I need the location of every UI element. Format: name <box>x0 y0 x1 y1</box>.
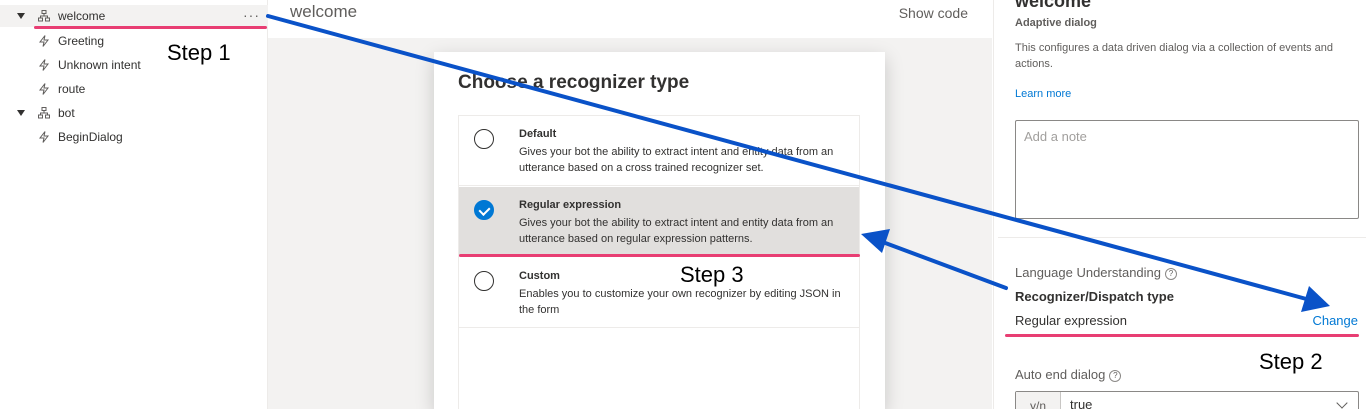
dialog-title: welcome <box>290 2 358 21</box>
dialog-icon <box>38 10 50 22</box>
properties-panel: welcome Adaptive dialog This configures … <box>993 0 1366 409</box>
chevron-down-icon[interactable] <box>1336 397 1348 409</box>
tree-item-label: bot <box>58 106 75 120</box>
tree-item-label: welcome <box>58 9 106 23</box>
auto-end-label-text: Auto end dialog <box>1015 367 1106 382</box>
tree-item-bot[interactable]: bot <box>0 102 268 124</box>
option-title: Custom <box>519 270 560 282</box>
help-icon[interactable]: ? <box>1165 268 1178 280</box>
option-description: Gives your bot the ability to extract in… <box>519 217 834 245</box>
tree-item-begindialog[interactable]: BeginDialog <box>0 126 268 148</box>
learn-more-link[interactable]: Learn more <box>1015 88 1071 100</box>
step1-label: Step 1 <box>167 40 231 65</box>
language-understanding-label: Language Understanding? <box>1015 265 1178 280</box>
option-description: Gives your bot the ability to extract in… <box>519 146 834 174</box>
help-icon[interactable]: ? <box>1109 370 1122 382</box>
properties-title: welcome <box>1015 0 1092 11</box>
tree-item-label: BeginDialog <box>58 130 123 144</box>
option-regular-expression[interactable]: Regular expression Gives your bot the ab… <box>459 187 859 257</box>
tree-item-label: Unknown intent <box>58 58 141 72</box>
editor-header: welcome Show code <box>268 0 992 38</box>
divider <box>998 237 1366 238</box>
change-recognizer-link[interactable]: Change <box>1312 313 1358 328</box>
dropdown-value: true <box>1070 397 1093 409</box>
option-title: Regular expression <box>519 199 622 211</box>
auto-end-dialog-label: Auto end dialog? <box>1015 367 1122 382</box>
dialog-icon <box>38 107 50 119</box>
highlight-underline-step2 <box>1005 334 1359 337</box>
more-options-icon[interactable]: ··· <box>243 8 260 22</box>
radio-button[interactable] <box>474 129 494 149</box>
lu-label-text: Language Understanding <box>1015 265 1162 280</box>
trigger-bolt-icon <box>38 35 50 47</box>
trigger-bolt-icon <box>38 83 50 95</box>
tree-item-route[interactable]: route <box>0 78 268 100</box>
option-description: Enables you to customize your own recogn… <box>519 288 841 316</box>
note-textarea[interactable]: Add a note <box>1015 120 1359 219</box>
properties-subtitle: Adaptive dialog <box>1015 17 1097 29</box>
expand-caret-icon[interactable] <box>17 13 25 19</box>
step2-label: Step 2 <box>1259 349 1323 374</box>
tree-item-welcome[interactable]: welcome ··· <box>0 5 268 27</box>
expand-caret-icon[interactable] <box>17 110 25 116</box>
step3-label: Step 3 <box>680 262 744 287</box>
radio-button-checked[interactable] <box>474 200 494 220</box>
trigger-bolt-icon <box>38 131 50 143</box>
type-badge: y/n <box>1016 392 1061 409</box>
tree-item-label: Greeting <box>58 34 105 48</box>
trigger-bolt-icon <box>38 59 50 71</box>
show-code-button[interactable]: Show code <box>899 5 968 21</box>
option-default[interactable]: Default Gives your bot the ability to ex… <box>459 116 859 186</box>
auto-end-dialog-dropdown[interactable]: y/n true <box>1015 391 1359 409</box>
properties-description: This configures a data driven dialog via… <box>1015 42 1333 70</box>
modal-title: Choose a recognizer type <box>458 72 690 93</box>
recognizer-type-modal: Choose a recognizer type Default Gives y… <box>434 52 885 409</box>
recognizer-type-label: Recognizer/Dispatch type <box>1015 289 1174 304</box>
option-custom[interactable]: Custom Enables you to customize your own… <box>459 258 859 328</box>
tree-item-label: route <box>58 82 86 96</box>
highlight-underline-step1 <box>34 26 267 29</box>
app-root: welcome ··· Greeting Unknown intent rout… <box>0 0 1366 409</box>
recognizer-type-value: Regular expression <box>1015 313 1128 328</box>
recognizer-option-list: Default Gives your bot the ability to ex… <box>458 115 860 409</box>
highlight-underline-step3 <box>459 254 860 257</box>
option-title: Default <box>519 128 557 140</box>
radio-button[interactable] <box>474 271 494 291</box>
